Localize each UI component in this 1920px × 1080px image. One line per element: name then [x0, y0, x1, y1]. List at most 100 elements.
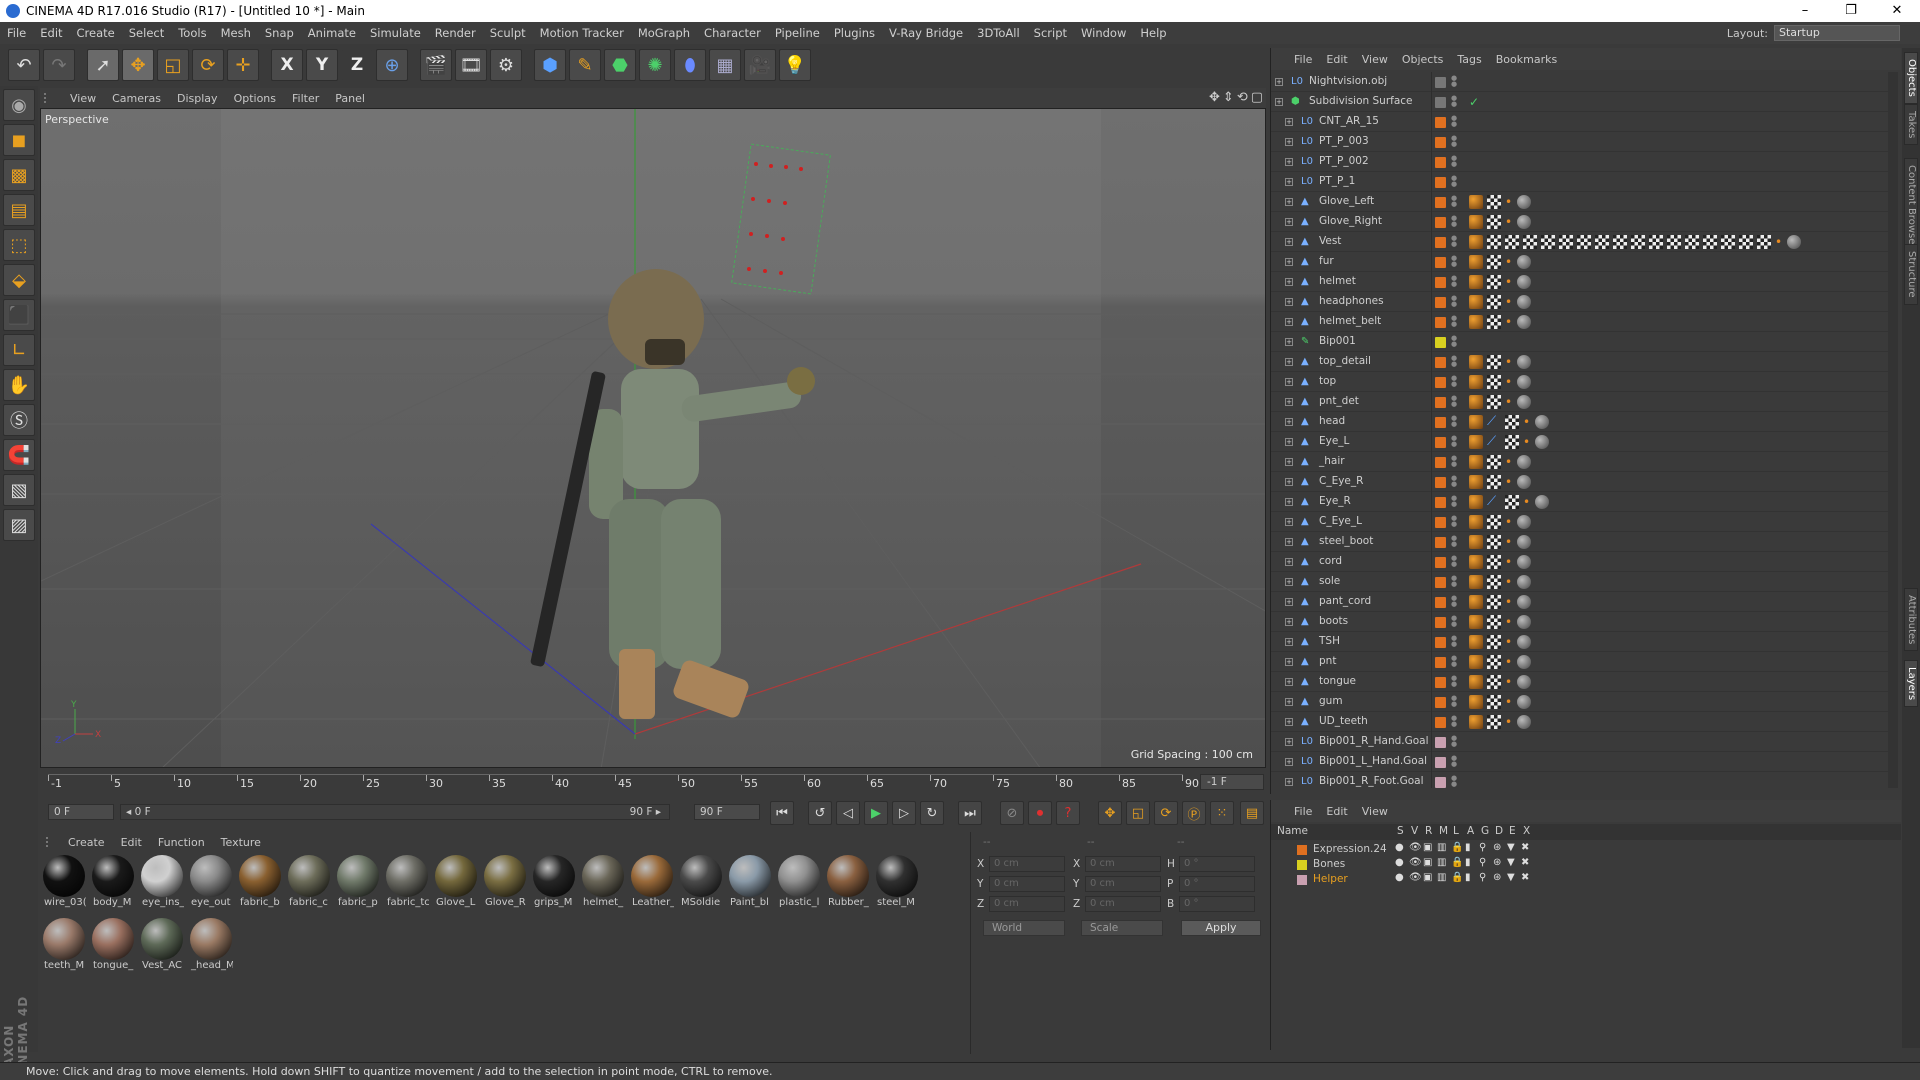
object-name[interactable]: PT_P_1 [1319, 175, 1355, 187]
previous-key-icon[interactable]: ↺ [808, 801, 832, 825]
material-tag-icon[interactable] [1517, 555, 1531, 569]
selection-tag-icon[interactable]: • [1505, 555, 1513, 569]
layer-color-swatch[interactable] [1435, 97, 1446, 108]
object-name[interactable]: sole [1319, 575, 1340, 587]
object-name[interactable]: Bip001_R_Foot.Goal [1319, 775, 1424, 787]
object-name[interactable]: steel_boot [1319, 535, 1373, 547]
expand-toggle-icon[interactable]: + [1285, 638, 1293, 646]
texture-tag-icon[interactable] [1649, 235, 1663, 249]
object-row[interactable]: + ▲ top ● ● • [1271, 372, 1889, 392]
viewport-menu-cameras[interactable]: Cameras [104, 92, 169, 105]
layer-toggle-icon[interactable]: ▮ [1465, 872, 1471, 883]
object-name[interactable]: Eye_R [1319, 495, 1351, 507]
object-row[interactable]: + ▲ cord ● ● • [1271, 552, 1889, 572]
selection-tag-icon[interactable]: • [1505, 315, 1513, 329]
visibility-dots-icon[interactable]: ● ● [1451, 475, 1457, 489]
layer-toggle-icon[interactable]: ⚲ [1479, 872, 1486, 883]
object-row[interactable]: + ▲ Eye_L ● ● ⟋ • [1271, 432, 1889, 452]
planar-workplane-icon[interactable]: ▨ [3, 509, 35, 541]
layer-color-swatch[interactable] [1435, 537, 1446, 548]
viewport-menu-options[interactable]: Options [226, 92, 284, 105]
render-view-icon[interactable]: 🎬 [420, 49, 452, 81]
apply-button[interactable]: Apply [1181, 920, 1261, 936]
coord-position-field[interactable]: 0 cm [989, 896, 1065, 912]
phong-tag-icon[interactable] [1469, 275, 1483, 289]
menu-pipeline[interactable]: Pipeline [768, 26, 827, 40]
coord-position-field[interactable]: 0 cm [989, 856, 1065, 872]
layer-color-swatch[interactable] [1435, 677, 1446, 688]
layer-row[interactable]: Helper ● 👁 ▣ ▥ 🔒 ▮ ⚲ ⊛ ▼ ✖ [1271, 872, 1901, 887]
ik-tag-icon[interactable]: ⟋ [1487, 495, 1501, 509]
texture-tag-icon[interactable] [1487, 635, 1501, 649]
expand-toggle-icon[interactable]: + [1285, 558, 1293, 566]
layer-color-swatch[interactable] [1297, 845, 1307, 855]
go-to-start-icon[interactable]: ⏮ [770, 801, 794, 825]
texture-tag-icon[interactable] [1487, 535, 1501, 549]
layer-toggle-icon[interactable]: ▮ [1465, 842, 1471, 853]
texture-tag-icon[interactable] [1487, 195, 1501, 209]
coord-rotation-field[interactable]: 0 ° [1179, 856, 1255, 872]
visibility-dots-icon[interactable]: ● ● [1451, 635, 1457, 649]
expand-toggle-icon[interactable]: + [1285, 198, 1293, 206]
layer-toggle-icon[interactable]: ⊛ [1493, 872, 1501, 883]
selection-tag-icon[interactable]: • [1505, 195, 1513, 209]
menu-motion-tracker[interactable]: Motion Tracker [533, 26, 631, 40]
coordinate-space-dropdown[interactable]: World [983, 920, 1065, 936]
material-swatch[interactable]: _head_M [189, 918, 233, 976]
tweak-mode-icon[interactable]: ✋ [3, 369, 35, 401]
selection-tag-icon[interactable]: • [1505, 575, 1513, 589]
visibility-dots-icon[interactable]: ● ● [1451, 135, 1457, 149]
layer-toggle-icon[interactable]: 👁 [1409, 842, 1422, 853]
coord-size-field[interactable]: 0 cm [1085, 856, 1161, 872]
object-name[interactable]: PT_P_003 [1319, 135, 1369, 147]
texture-tag-icon[interactable] [1757, 235, 1771, 249]
object-row[interactable]: + ▲ C_Eye_L ● ● • [1271, 512, 1889, 532]
phong-tag-icon[interactable] [1469, 615, 1483, 629]
coord-size-field[interactable]: 0 cm [1085, 876, 1161, 892]
layer-name[interactable]: Helper [1313, 873, 1348, 885]
ik-tag-icon[interactable]: ⟋ [1487, 435, 1501, 449]
material-tag-icon[interactable] [1517, 255, 1531, 269]
layer-column-r[interactable]: R [1425, 825, 1432, 837]
visibility-dots-icon[interactable]: ● ● [1451, 295, 1457, 309]
material-swatch[interactable]: plastic_l [777, 855, 821, 913]
visibility-dots-icon[interactable]: ● ● [1451, 775, 1457, 788]
menu-edit[interactable]: Edit [33, 26, 69, 40]
menu-simulate[interactable]: Simulate [363, 26, 428, 40]
phong-tag-icon[interactable] [1469, 215, 1483, 229]
object-name[interactable]: helmet [1319, 275, 1356, 287]
phong-tag-icon[interactable] [1469, 715, 1483, 729]
expand-toggle-icon[interactable]: + [1285, 318, 1293, 326]
layer-color-swatch[interactable] [1435, 497, 1446, 508]
layer-color-swatch[interactable] [1435, 197, 1446, 208]
object-row[interactable]: + ▲ pnt ● ● • [1271, 652, 1889, 672]
layer-column-v[interactable]: V [1411, 825, 1418, 837]
layer-toggle-icon[interactable]: ● [1395, 857, 1404, 868]
layer-color-swatch[interactable] [1297, 860, 1307, 870]
phong-tag-icon[interactable] [1469, 575, 1483, 589]
camera-icon[interactable]: 🎥 [744, 49, 776, 81]
material-tag-icon[interactable] [1535, 495, 1549, 509]
object-name[interactable]: CNT_AR_15 [1319, 115, 1379, 127]
texture-tag-icon[interactable] [1739, 235, 1753, 249]
layer-color-swatch[interactable] [1435, 337, 1446, 348]
material-tag-icon[interactable] [1517, 675, 1531, 689]
selection-tag-icon[interactable]: • [1505, 655, 1513, 669]
texture-tag-icon[interactable] [1505, 415, 1519, 429]
layer-color-swatch[interactable] [1297, 875, 1307, 885]
object-menu-objects[interactable]: Objects [1395, 53, 1451, 66]
key-pla-icon[interactable]: ⁙ [1210, 801, 1234, 825]
layer-color-swatch[interactable] [1435, 737, 1446, 748]
object-name[interactable]: top [1319, 375, 1336, 387]
x-axis-lock-button[interactable]: X [271, 49, 303, 81]
object-row[interactable]: + L0 Bip001_R_Hand.Goal ● ● [1271, 732, 1889, 752]
light-icon[interactable]: 💡 [779, 49, 811, 81]
layer-color-swatch[interactable] [1435, 77, 1446, 88]
layer-column-a[interactable]: A [1467, 825, 1474, 837]
frame-range-slider[interactable]: ◂ 0 F 90 F ▸ [120, 804, 670, 820]
polygons-mode-icon[interactable]: ⬛ [3, 299, 35, 331]
layer-column-g[interactable]: G [1481, 825, 1489, 837]
layer-color-swatch[interactable] [1435, 597, 1446, 608]
menu-script[interactable]: Script [1027, 26, 1074, 40]
phong-tag-icon[interactable] [1469, 655, 1483, 669]
